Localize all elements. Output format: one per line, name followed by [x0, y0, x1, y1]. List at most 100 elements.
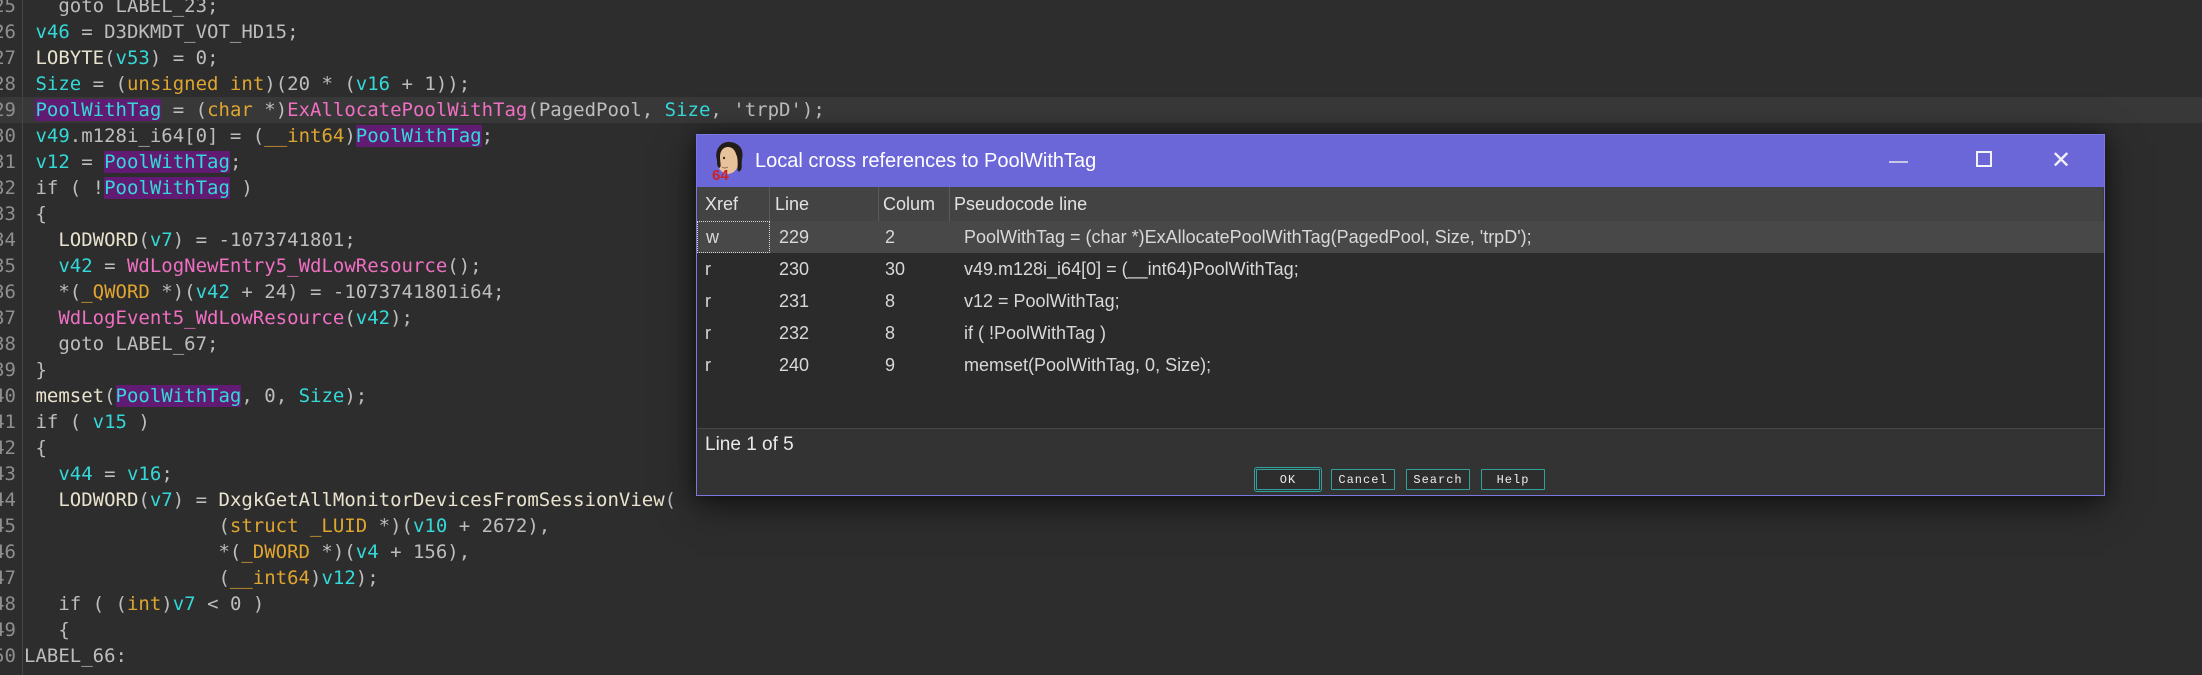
code-text: *(_QWORD *)(v42 + 24) = -1073741801i64;	[24, 281, 504, 303]
cell-line: 230	[770, 253, 879, 285]
cancel-button[interactable]: Cancel	[1331, 469, 1395, 490]
code-text: if ( (int)v7 < 0 )	[24, 593, 264, 615]
code-text: LODWORD(v7) = DxgkGetAllMonitorDevicesFr…	[24, 489, 676, 511]
cell-column: 2	[879, 221, 950, 253]
code-line[interactable]: 226 v46 = D3DKMDT_VOT_HD15;	[0, 19, 2202, 45]
code-text: Size = (unsigned int)(20 * (v16 + 1));	[24, 73, 470, 95]
code-line[interactable]: 227 LOBYTE(v53) = 0;	[0, 45, 2202, 71]
maximize-button[interactable]	[1955, 135, 2015, 187]
line-number: 246	[0, 539, 16, 565]
minimize-icon	[1889, 161, 1908, 163]
code-text: {	[24, 203, 47, 225]
line-number: 233	[0, 201, 16, 227]
code-text: LABEL_66:	[24, 645, 127, 667]
xref-row[interactable]: r23030v49.m128i_i64[0] = (__int64)PoolWi…	[697, 253, 2104, 285]
help-button[interactable]: Help	[1481, 469, 1545, 490]
code-line[interactable]: 225 goto LABEL_23;	[0, 0, 2202, 19]
code-line[interactable]: 245 (struct _LUID *)(v10 + 2672),	[0, 513, 2202, 539]
code-text: WdLogEvent5_WdLowResource(v42);	[24, 307, 413, 329]
column-header-pseudocode[interactable]: Pseudocode line	[950, 187, 2103, 221]
code-text: PoolWithTag = (char *)ExAllocatePoolWith…	[24, 99, 825, 121]
cell-column: 9	[879, 349, 950, 381]
line-number: 229	[0, 97, 16, 123]
column-header-line[interactable]: Line	[770, 187, 879, 221]
cell-column: 8	[879, 285, 950, 317]
code-line[interactable]: 246 *(_DWORD *)(v4 + 156),	[0, 539, 2202, 565]
dialog-titlebar[interactable]: 64 Local cross references to PoolWithTag…	[697, 135, 2104, 187]
dialog-footer: Line 1 of 5 OK Cancel Search Help	[697, 428, 2104, 495]
minimize-button[interactable]	[1869, 135, 1929, 187]
line-number: 232	[0, 175, 16, 201]
xref-row[interactable]: r2318v12 = PoolWithTag;	[697, 285, 2104, 317]
search-button[interactable]: Search	[1406, 469, 1470, 490]
line-number: 250	[0, 643, 16, 669]
cell-column: 30	[879, 253, 950, 285]
line-number: 241	[0, 409, 16, 435]
xref-row[interactable]: w2292PoolWithTag = (char *)ExAllocatePoo…	[697, 221, 2104, 253]
line-number: 236	[0, 279, 16, 305]
cell-pseudocode: v12 = PoolWithTag;	[950, 285, 2104, 317]
code-text: }	[24, 359, 47, 381]
close-button[interactable]: ✕	[2037, 135, 2097, 187]
code-text: v49.m128i_i64[0] = (__int64)PoolWithTag;	[24, 125, 493, 147]
line-number: 248	[0, 591, 16, 617]
xref-rows: w2292PoolWithTag = (char *)ExAllocatePoo…	[697, 221, 2104, 381]
ok-button[interactable]: OK	[1256, 469, 1320, 490]
cell-line: 229	[770, 221, 879, 253]
cell-pseudocode: memset(PoolWithTag, 0, Size);	[950, 349, 2104, 381]
cell-xref-type: r	[697, 349, 770, 381]
code-text: v46 = D3DKMDT_VOT_HD15;	[24, 21, 299, 43]
code-text: goto LABEL_67;	[24, 333, 218, 355]
code-text: LOBYTE(v53) = 0;	[24, 47, 219, 69]
cell-xref-type: r	[697, 317, 770, 349]
code-text: memset(PoolWithTag, 0, Size);	[24, 385, 367, 407]
cell-pseudocode: v49.m128i_i64[0] = (__int64)PoolWithTag;	[950, 253, 2104, 285]
code-text: goto LABEL_23;	[24, 0, 218, 17]
code-line[interactable]: 248 if ( (int)v7 < 0 )	[0, 591, 2202, 617]
gutter-separator	[22, 0, 23, 675]
line-number: 230	[0, 123, 16, 149]
cell-xref-type: r	[697, 285, 770, 317]
code-text: {	[24, 437, 47, 459]
cell-line: 240	[770, 349, 879, 381]
maximize-icon	[1976, 151, 1992, 167]
line-number: 227	[0, 45, 16, 71]
code-line[interactable]: 249 {	[0, 617, 2202, 643]
line-number: 240	[0, 383, 16, 409]
cell-pseudocode: PoolWithTag = (char *)ExAllocatePoolWith…	[950, 221, 2104, 253]
column-header-column[interactable]: Colum	[879, 187, 950, 221]
code-line[interactable]: 250 LABEL_66:	[0, 643, 2202, 669]
code-line[interactable]: 247 (__int64)v12);	[0, 565, 2202, 591]
ida-64-badge: 64	[712, 167, 729, 182]
code-line[interactable]: 228 Size = (unsigned int)(20 * (v16 + 1)…	[0, 71, 2202, 97]
code-text: (struct _LUID *)(v10 + 2672),	[24, 515, 550, 537]
xref-row[interactable]: r2409memset(PoolWithTag, 0, Size);	[697, 349, 2104, 381]
code-text: if ( !PoolWithTag )	[24, 177, 253, 199]
status-line-indicator: Line 1 of 5	[705, 434, 794, 456]
cell-line: 231	[770, 285, 879, 317]
dialog-title: Local cross references to PoolWithTag	[755, 150, 1096, 173]
code-text: {	[24, 619, 70, 641]
xref-row[interactable]: r2328if ( !PoolWithTag )	[697, 317, 2104, 349]
column-header-xref[interactable]: Xref	[697, 187, 770, 221]
cell-column: 8	[879, 317, 950, 349]
line-number: 234	[0, 227, 16, 253]
dialog-buttons: OK Cancel Search Help	[697, 469, 2104, 490]
line-number: 238	[0, 331, 16, 357]
line-number: 242	[0, 435, 16, 461]
line-number: 239	[0, 357, 16, 383]
code-text: *(_DWORD *)(v4 + 156),	[24, 541, 470, 563]
xref-table-header: Xref Line Colum Pseudocode line	[697, 187, 2104, 221]
line-number: 237	[0, 305, 16, 331]
line-number: 243	[0, 461, 16, 487]
code-text: v42 = WdLogNewEntry5_WdLowResource();	[24, 255, 482, 277]
line-number: 247	[0, 565, 16, 591]
cell-xref-type: w	[697, 221, 770, 253]
close-icon: ✕	[2051, 147, 2071, 175]
code-text: LODWORD(v7) = -1073741801;	[24, 229, 356, 251]
cell-line: 232	[770, 317, 879, 349]
xref-dialog: 64 Local cross references to PoolWithTag…	[696, 134, 2105, 496]
code-text: if ( v15 )	[24, 411, 150, 433]
code-line[interactable]: 229 PoolWithTag = (char *)ExAllocatePool…	[0, 97, 2202, 123]
code-text: (__int64)v12);	[24, 567, 379, 589]
